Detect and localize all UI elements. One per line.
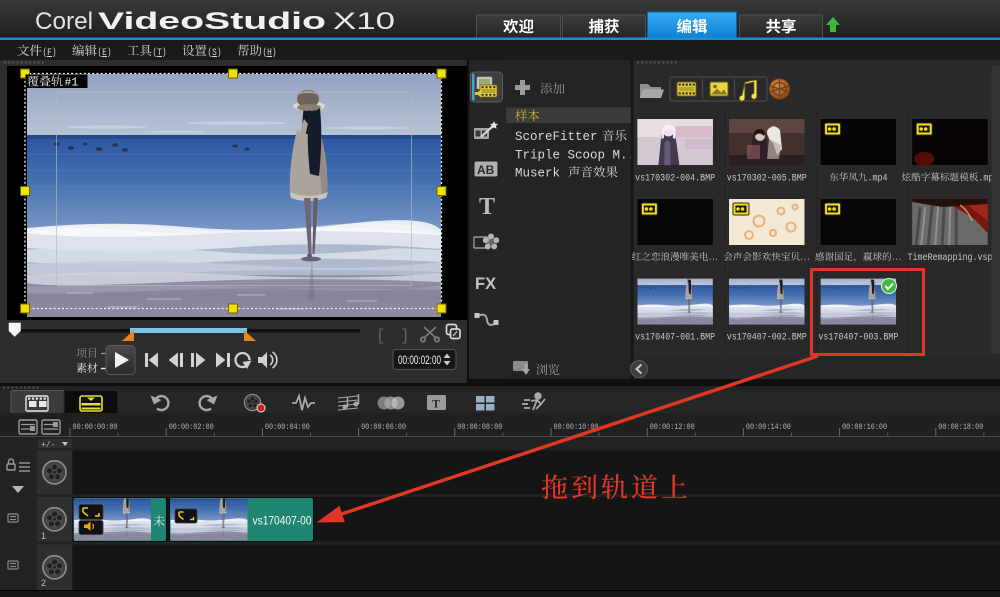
svg-text:vs170407-001.BMP: vs170407-001.BMP (635, 333, 715, 344)
svg-text:(E): (E) (98, 47, 112, 59)
svg-text:00:00:00:00: 00:00:00:00 (73, 422, 118, 432)
svg-text:]: ] (400, 327, 410, 345)
svg-text:00:00:14:00: 00:00:14:00 (746, 422, 791, 432)
svg-text:T: T (432, 397, 440, 411)
svg-text:vs170407-003.BMP: vs170407-003.BMP (818, 333, 898, 344)
svg-text:VideoStudio: VideoStudio (98, 8, 326, 35)
svg-text:AB: AB (477, 163, 495, 177)
svg-text:00:00:12:00: 00:00:12:00 (650, 422, 695, 432)
svg-text:(T): (T) (153, 47, 167, 59)
svg-text:00:00:08:00: 00:00:08:00 (457, 422, 502, 432)
svg-text:ScoreFitter: ScoreFitter (515, 130, 598, 144)
svg-text:Triple Scoop M...: Triple Scoop M... (515, 149, 643, 163)
svg-text:...: ... (708, 253, 718, 264)
svg-text:...: ... (800, 253, 810, 264)
svg-text:(F): (F) (43, 47, 57, 59)
svg-text:1: 1 (41, 531, 46, 541)
svg-text:vs170302-005.BMP: vs170302-005.BMP (727, 174, 807, 185)
svg-text:2: 2 (41, 578, 46, 588)
svg-text:#1: #1 (65, 77, 79, 90)
svg-text:00:00:06:00: 00:00:06:00 (361, 422, 406, 432)
svg-text:TimeRemapping.vsp: TimeRemapping.vsp (908, 252, 993, 264)
svg-text:X10: X10 (333, 8, 395, 35)
svg-text:...: ... (892, 253, 902, 264)
svg-text:Corel: Corel (35, 8, 93, 35)
svg-text:00:00:02:00: 00:00:02:00 (169, 422, 214, 432)
svg-text:FX: FX (475, 275, 496, 293)
svg-text:vs170302-004.BMP: vs170302-004.BMP (635, 174, 715, 185)
svg-text:00:00:18:00: 00:00:18:00 (938, 422, 983, 432)
svg-text:+/-: +/- (41, 441, 55, 450)
svg-text:[: [ (376, 327, 386, 345)
svg-text:.mp4: .mp4 (868, 174, 888, 185)
svg-text:vs170407-002.BMP: vs170407-002.BMP (727, 333, 807, 344)
svg-text:00:00:02:00: 00:00:02:00 (398, 355, 441, 367)
svg-text:Muserk: Muserk (515, 167, 560, 181)
svg-text:(S): (S) (208, 47, 222, 59)
svg-text:(H): (H) (263, 47, 277, 59)
svg-text:T: T (479, 194, 495, 220)
svg-text:vs170407-00: vs170407-00 (253, 514, 312, 528)
svg-text:00:00:04:00: 00:00:04:00 (265, 422, 310, 432)
svg-text:00:00:16:00: 00:00:16:00 (842, 422, 887, 432)
